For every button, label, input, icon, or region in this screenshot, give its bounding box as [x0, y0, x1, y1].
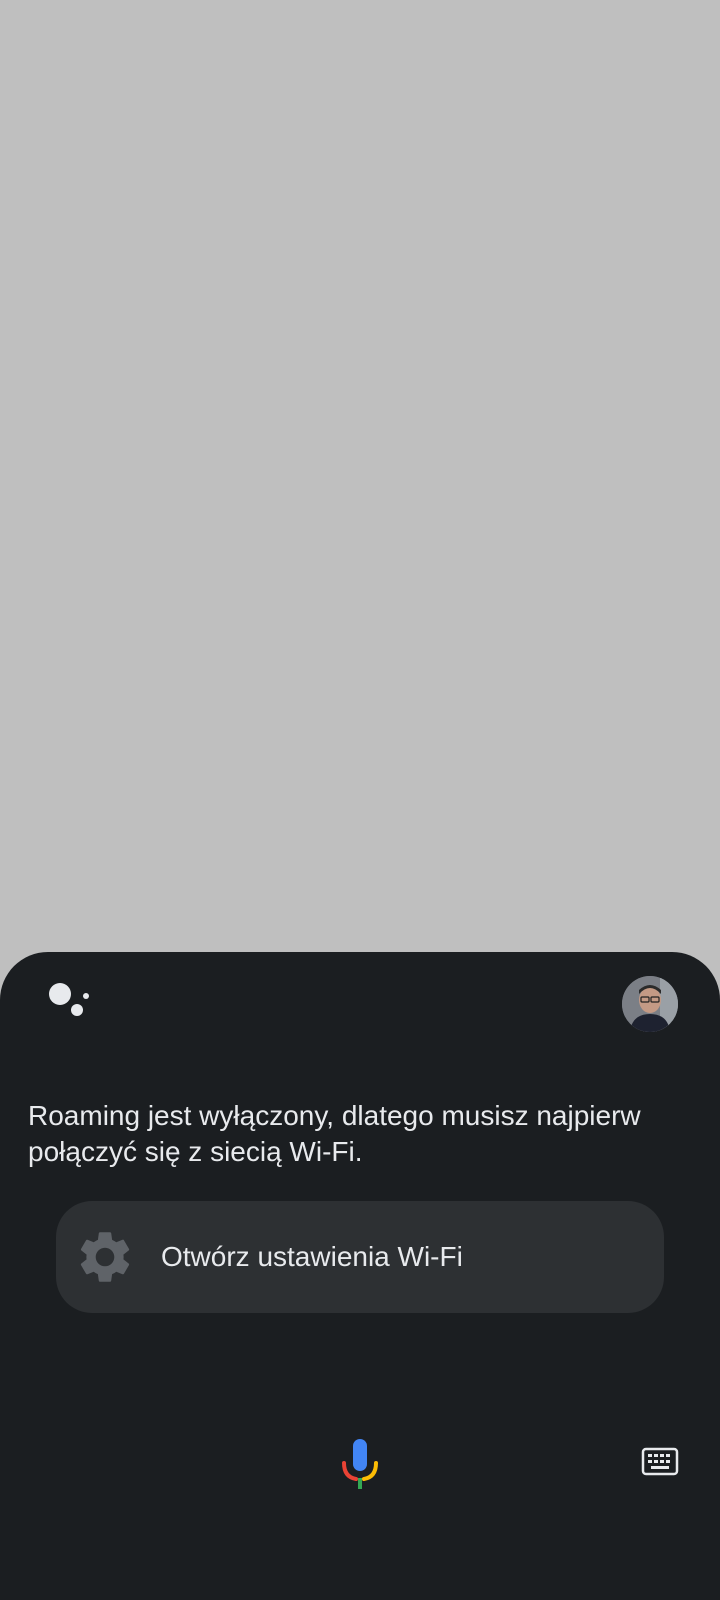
open-wifi-settings-label: Otwórz ustawienia Wi-Fi — [161, 1241, 463, 1272]
avatar[interactable] — [622, 976, 678, 1032]
dimmed-background[interactable] — [0, 0, 720, 952]
assistant-sheet: Roaming jest wyłączony, dlatego musisz n… — [0, 952, 720, 1600]
mic-icon[interactable] — [340, 1439, 380, 1491]
open-wifi-settings-button[interactable]: Otwórz ustawienia Wi-Fi — [56, 1201, 664, 1313]
assistant-response-text: Roaming jest wyłączony, dlatego musisz n… — [28, 1100, 641, 1167]
keyboard-icon[interactable] — [640, 1444, 680, 1480]
google-assistant-icon — [49, 983, 89, 1016]
gear-icon — [80, 1232, 130, 1282]
user-avatar-icon — [622, 976, 678, 1032]
